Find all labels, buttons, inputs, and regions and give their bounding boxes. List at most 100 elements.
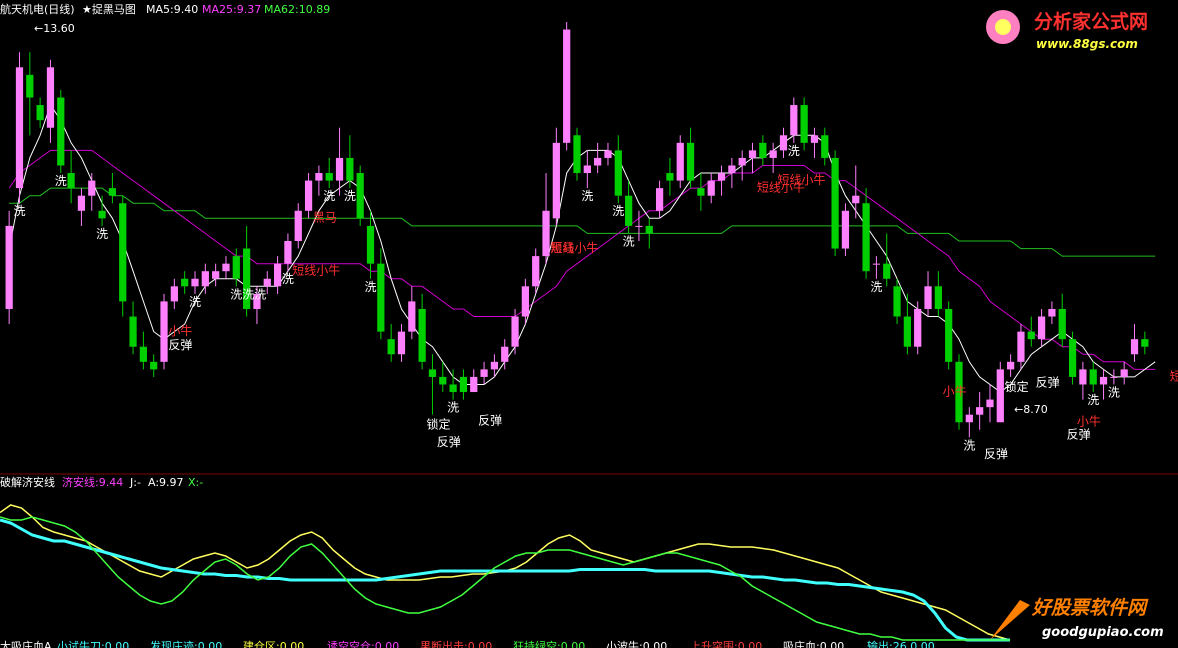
candle: [924, 271, 932, 317]
candle: [831, 150, 839, 257]
candle: [852, 165, 860, 219]
footer-item: 小试牛刀:0.00: [57, 639, 129, 648]
signal-label: 反弹: [1067, 427, 1091, 441]
signal-label: 反弹: [984, 447, 1008, 461]
candle-body: [1058, 308, 1066, 340]
candle-body: [697, 188, 705, 196]
logo-goodgupiao: 好股票软件网 goodgupiao.com: [990, 597, 1164, 640]
candle: [563, 22, 571, 151]
candle-body: [1110, 376, 1118, 378]
candle: [459, 369, 468, 400]
candle-body: [996, 369, 1004, 423]
signal-label: 洗: [963, 438, 975, 452]
sub-jian: 济安线:9.44: [62, 475, 123, 489]
candle: [304, 173, 313, 219]
candle-body: [893, 286, 901, 317]
candle: [67, 150, 75, 204]
candle-body: [346, 157, 354, 181]
candle: [397, 324, 406, 362]
footer-item: 小波牛:0.00: [606, 639, 667, 648]
candle-body: [108, 188, 117, 196]
candle-body: [1048, 308, 1056, 317]
candle: [356, 165, 364, 226]
signal-label: 锁定: [1005, 379, 1029, 394]
signal-label: 洗: [1087, 393, 1099, 407]
candle: [15, 52, 24, 204]
header-ma5: MA5:9.40: [146, 3, 198, 16]
candle: [377, 248, 385, 340]
low-price-label: ←8.70: [1014, 403, 1048, 416]
candle-body: [77, 195, 86, 211]
candle-body: [129, 316, 137, 347]
candle-body: [552, 142, 560, 219]
candle: [573, 127, 581, 181]
candle-body: [914, 308, 922, 347]
candle: [645, 218, 653, 249]
candle: [862, 188, 870, 279]
candle: [728, 157, 736, 189]
candle: [1089, 361, 1097, 393]
signal-label: 洗: [13, 204, 25, 218]
candle-body: [304, 180, 313, 211]
candle-body: [521, 286, 529, 317]
candle: [986, 384, 994, 423]
candle-body: [57, 97, 65, 166]
candle: [841, 203, 850, 257]
sub-title: 破解济安线: [0, 475, 55, 489]
signal-label: 洗: [612, 204, 624, 218]
candle-body: [335, 157, 344, 181]
candle-body: [738, 157, 746, 166]
sub-x: X:-: [188, 476, 203, 489]
candle-body: [201, 271, 209, 287]
candle: [686, 127, 695, 189]
signal-label: 洗: [1108, 385, 1120, 399]
candle-body: [583, 165, 591, 174]
signal-label: 短线小牛: [550, 240, 598, 255]
candle: [77, 188, 86, 226]
candle-body: [5, 225, 13, 309]
signal-label: 洗: [55, 174, 67, 188]
candle: [790, 97, 798, 143]
high-price-label: ←13.60: [34, 22, 75, 35]
candle: [325, 157, 333, 189]
candle: [273, 256, 282, 294]
candle-body: [666, 173, 674, 181]
main-price-panel: [5, 22, 1156, 438]
candle-body: [821, 135, 829, 158]
header-ma25: MA25:9.37: [202, 3, 261, 16]
signal-label: 洗: [323, 189, 335, 203]
candle-body: [428, 369, 437, 377]
candle: [945, 301, 953, 370]
candle-body: [1007, 361, 1015, 370]
candle-body: [1037, 316, 1046, 340]
header-indicator: ★捉黑马图: [82, 2, 136, 16]
candle-body: [501, 346, 509, 362]
candle-body: [748, 150, 757, 158]
candle: [800, 97, 808, 151]
candle: [294, 203, 302, 249]
candle: [346, 135, 354, 189]
candle: [1130, 324, 1139, 362]
candle-body: [470, 376, 478, 393]
candle: [1079, 361, 1087, 400]
signal-label: 洗: [189, 295, 201, 309]
candle: [366, 210, 375, 279]
candle: [893, 278, 901, 325]
candle-body: [88, 180, 96, 196]
signal-label: 洗: [96, 227, 108, 241]
footer-item: 诱空空仓:0.00: [327, 639, 399, 648]
logo-top-url: www.88gs.com: [1036, 37, 1138, 51]
candle-body: [1017, 331, 1025, 362]
candle: [88, 173, 96, 211]
candle: [552, 127, 560, 226]
candle: [222, 256, 230, 279]
candle-body: [800, 105, 808, 143]
header-title: 航天机电(日线): [0, 2, 75, 16]
candle: [697, 173, 705, 211]
candle-body: [366, 225, 375, 264]
candle: [46, 59, 55, 143]
candle-body: [459, 376, 468, 393]
candle: [821, 127, 829, 166]
candle-body: [418, 308, 426, 362]
candle: [996, 361, 1004, 423]
